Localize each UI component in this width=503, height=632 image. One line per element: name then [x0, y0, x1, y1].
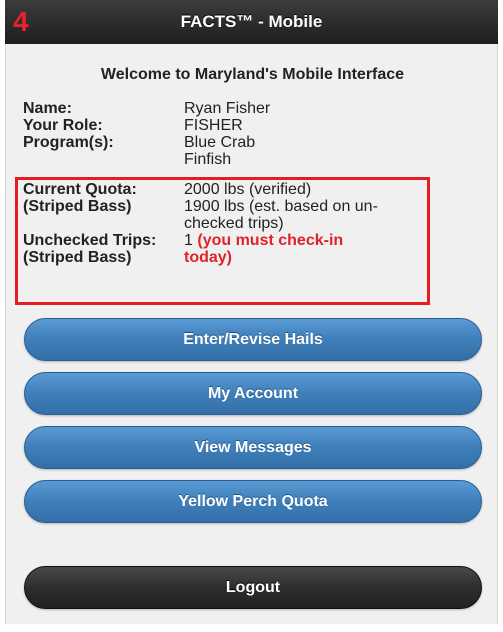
programs-label: Program(s):: [23, 134, 114, 151]
role-value: FISHER: [184, 117, 243, 134]
my-account-button[interactable]: My Account: [24, 372, 482, 415]
logout-button[interactable]: Logout: [24, 566, 482, 609]
view-messages-button[interactable]: View Messages: [24, 426, 482, 469]
name-value: Ryan Fisher: [184, 100, 271, 117]
step-number-badge: 4: [13, 6, 29, 37]
program-item: Blue Crab: [184, 134, 256, 151]
quota-highlight-box: [15, 177, 430, 305]
role-label: Your Role:: [23, 117, 103, 134]
app-title: FACTS™ - Mobile: [180, 12, 323, 31]
enter-revise-hails-button[interactable]: Enter/Revise Hails: [24, 318, 482, 361]
welcome-heading: Welcome to Maryland's Mobile Interface: [100, 66, 405, 83]
name-label: Name:: [23, 100, 72, 117]
app-header: FACTS™ - Mobile: [5, 0, 498, 44]
mobile-screen: FACTS™ - Mobile 4 Welcome to Maryland's …: [0, 0, 503, 632]
yellow-perch-quota-button[interactable]: Yellow Perch Quota: [24, 480, 482, 523]
main-content: Welcome to Maryland's Mobile Interface N…: [5, 44, 498, 624]
program-item: Finfish: [184, 151, 232, 168]
